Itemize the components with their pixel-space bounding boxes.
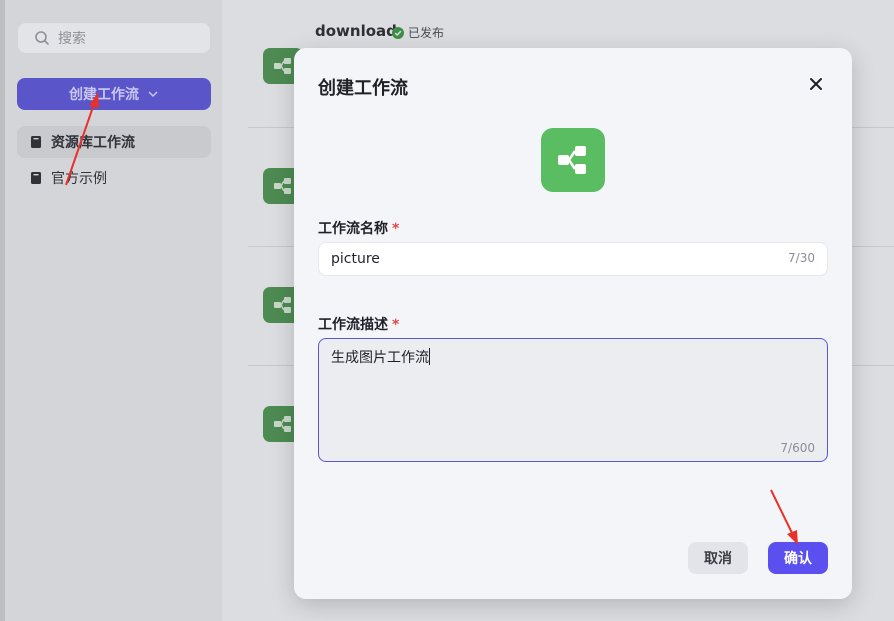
workflow-icon: [558, 146, 586, 174]
close-icon: [810, 78, 822, 90]
desc-char-counter: 7/600: [780, 441, 815, 455]
desc-label-text: 工作流描述: [318, 317, 388, 333]
required-mark: *: [392, 221, 400, 237]
sidebar-item-library-workflows[interactable]: 资源库工作流: [17, 126, 211, 158]
book-icon: [31, 172, 41, 184]
text-caret: [429, 348, 430, 365]
name-char-counter: 7/30: [788, 251, 815, 265]
sidebar-item-label: 官方示例: [51, 171, 107, 187]
workflow-description-value: 生成图片工作流: [331, 350, 429, 366]
check-circle-icon: [392, 26, 404, 39]
list-item-title: download: [315, 22, 397, 40]
status-label: 已发布: [408, 26, 445, 40]
cancel-button[interactable]: 取消: [688, 542, 748, 574]
workflow-app-icon[interactable]: [541, 128, 605, 192]
book-icon: [31, 136, 41, 148]
search-placeholder: 搜索: [58, 31, 86, 47]
status-badge: 已发布: [392, 24, 444, 41]
chevron-down-icon: [148, 91, 158, 98]
create-workflow-dialog: 创建工作流 工作流名称 * picture 7/30 工作流描述 * 生成图片工作流…: [294, 48, 852, 599]
close-button[interactable]: [806, 74, 826, 94]
confirm-button[interactable]: 确认: [768, 542, 828, 574]
name-field-label: 工作流名称 *: [318, 218, 399, 238]
workflow-description-text: 生成图片工作流: [331, 347, 430, 367]
desc-field-label: 工作流描述 *: [318, 314, 399, 334]
workflow-name-input[interactable]: picture 7/30: [318, 242, 828, 276]
workflow-name-value: picture: [331, 251, 380, 267]
create-workflow-label: 创建工作流: [69, 87, 139, 103]
workflow-description-input[interactable]: 生成图片工作流 7/600: [318, 338, 828, 462]
search-icon: [35, 31, 49, 45]
dialog-title: 创建工作流: [318, 78, 408, 99]
name-label-text: 工作流名称: [318, 221, 388, 237]
search-input[interactable]: 搜索: [18, 23, 210, 53]
required-mark: *: [392, 317, 400, 333]
sidebar-item-label: 资源库工作流: [51, 135, 135, 151]
sidebar-item-official-examples[interactable]: 官方示例: [17, 162, 211, 194]
create-workflow-button[interactable]: 创建工作流: [17, 78, 211, 110]
